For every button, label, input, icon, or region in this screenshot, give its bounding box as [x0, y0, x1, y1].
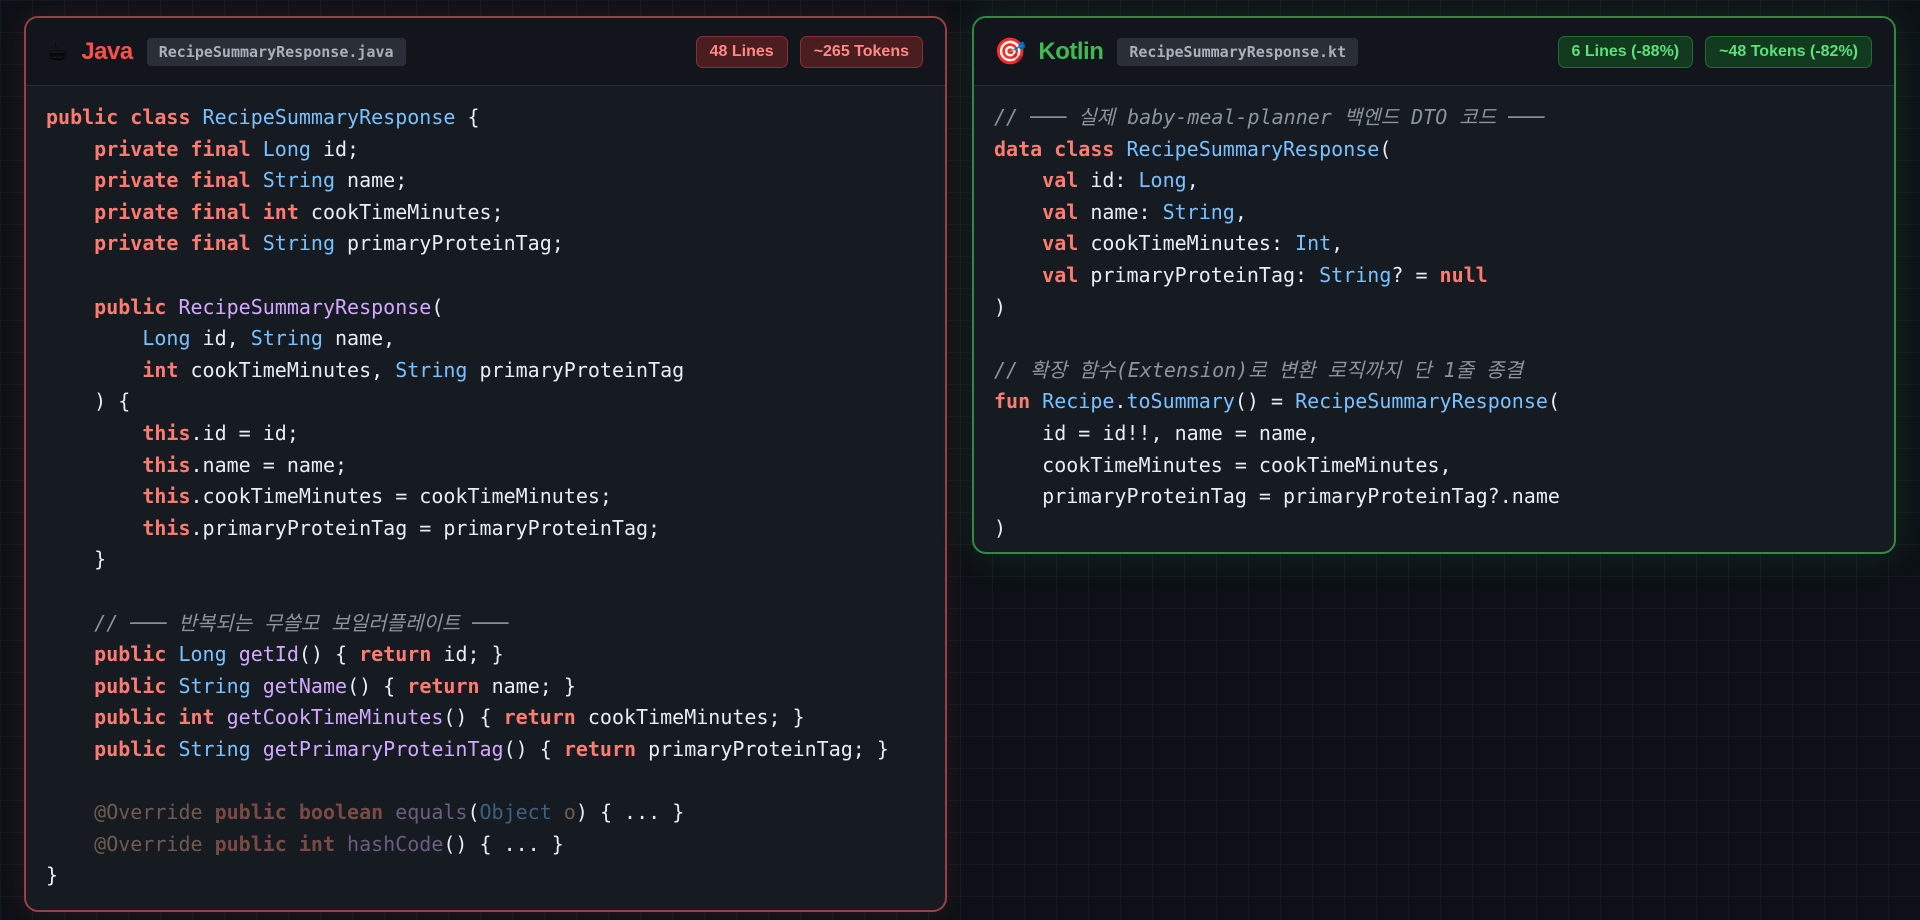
code-line: // ─── 반복되는 무쓸모 보일러플레이트 ─── — [94, 610, 509, 635]
code-line: // ─── 실제 baby-meal-planner 백엔드 DTO 코드 ─… — [994, 105, 1545, 129]
code-line: public class RecipeSummaryResponse { — [46, 105, 480, 129]
code-line: this.name = name; — [142, 452, 348, 477]
code-line: int cookTimeMinutes, String primaryProte… — [142, 357, 685, 382]
code-line: private final String primaryProteinTag; — [94, 231, 564, 256]
code-line: // 확장 함수(Extension)로 변환 로직까지 단 1줄 종결 — [994, 357, 1523, 382]
code-line: public Long getId() { return id; } — [94, 642, 504, 667]
kotlin-filename: RecipeSummaryResponse.kt — [1117, 37, 1359, 66]
code-line: private final String name; — [94, 168, 408, 193]
kotlin-code-block: // ─── 실제 baby-meal-planner 백엔드 DTO 코드 ─… — [974, 86, 1894, 544]
code-line: @Override public boolean equals(Object o… — [94, 800, 685, 825]
code-line: cookTimeMinutes = cookTimeMinutes, — [994, 452, 1452, 477]
code-line: this.primaryProteinTag = primaryProteinT… — [142, 515, 661, 540]
code-line: ) { — [46, 389, 131, 414]
code-line: id = id!!, name = name, — [994, 420, 1320, 445]
code-line: this.id = id; — [142, 420, 299, 445]
java-code-panel: ☕ Java RecipeSummaryResponse.java 48 Lin… — [24, 16, 947, 912]
java-language-title: Java — [81, 37, 133, 65]
code-line: } — [46, 547, 107, 572]
kotlin-tokens-badge: ~48 Tokens (-82%) — [1705, 35, 1872, 68]
code-line: private final Long id; — [94, 136, 360, 161]
code-line: } — [46, 863, 59, 888]
code-line: @Override public int hashCode() { ... } — [94, 831, 564, 856]
code-line: val name: String, — [1042, 199, 1247, 224]
code-line: private final int cookTimeMinutes; — [94, 199, 504, 224]
code-line: public RecipeSummaryResponse( — [94, 294, 444, 319]
code-line: val primaryProteinTag: String? = null — [1042, 262, 1488, 287]
code-line: val cookTimeMinutes: Int, — [1042, 231, 1344, 256]
code-line: this.cookTimeMinutes = cookTimeMinutes; — [142, 484, 612, 509]
java-filename: RecipeSummaryResponse.java — [146, 37, 406, 66]
code-line: ) — [994, 294, 1007, 319]
java-panel-header: ☕ Java RecipeSummaryResponse.java 48 Lin… — [26, 18, 945, 86]
kotlin-lines-badge: 6 Lines (-88%) — [1557, 35, 1694, 68]
code-line: val id: Long, — [1042, 168, 1199, 193]
kotlin-language-title: Kotlin — [1038, 37, 1104, 65]
kotlin-code-panel: 🎯 Kotlin RecipeSummaryResponse.kt 6 Line… — [972, 16, 1896, 554]
code-line: primaryProteinTag = primaryProteinTag?.n… — [994, 484, 1560, 509]
code-line: public String getName() { return name; } — [94, 673, 576, 698]
java-lines-badge: 48 Lines — [695, 35, 788, 68]
code-line: public int getCookTimeMinutes() { return… — [94, 705, 805, 730]
kotlin-panel-header: 🎯 Kotlin RecipeSummaryResponse.kt 6 Line… — [974, 18, 1894, 86]
java-code-block: public class RecipeSummaryResponse { pri… — [26, 86, 945, 892]
code-line: Long id, String name, — [142, 326, 396, 351]
target-icon: 🎯 — [994, 36, 1027, 67]
code-line: ) — [994, 515, 1007, 540]
code-line: fun Recipe.toSummary() = RecipeSummaryRe… — [994, 389, 1560, 414]
code-line: public String getPrimaryProteinTag() { r… — [94, 736, 889, 761]
code-line: data class RecipeSummaryResponse( — [994, 136, 1392, 161]
coffee-icon: ☕ — [46, 36, 70, 67]
java-tokens-badge: ~265 Tokens — [799, 35, 923, 68]
